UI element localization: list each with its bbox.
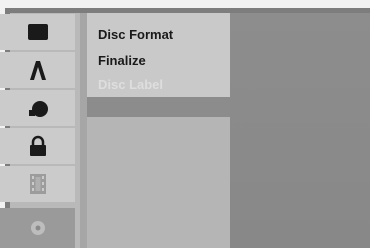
sidebar-item-audio[interactable] — [0, 90, 75, 126]
lock-icon — [27, 135, 49, 157]
sidebar-item-disc[interactable] — [0, 208, 75, 248]
shapes-icon — [27, 98, 49, 118]
menu-item-finalize[interactable]: Finalize — [98, 53, 146, 68]
menu-item-disc-format[interactable]: Disc Format — [98, 27, 173, 42]
menu-panel-lower — [87, 117, 230, 248]
sidebar-item-lock[interactable] — [0, 128, 75, 164]
letter-a-icon — [27, 59, 49, 81]
film-icon — [29, 173, 47, 195]
disc-icon — [28, 218, 48, 238]
sidebar-item-recording[interactable] — [0, 166, 75, 202]
disc-square-icon — [27, 23, 49, 41]
sidebar-divider — [80, 13, 87, 248]
sidebar-item-general[interactable] — [0, 14, 75, 50]
submenu-area — [230, 13, 370, 248]
sidebar-item-language[interactable] — [0, 52, 75, 88]
menu-item-disc-label: Disc Label — [98, 77, 164, 92]
